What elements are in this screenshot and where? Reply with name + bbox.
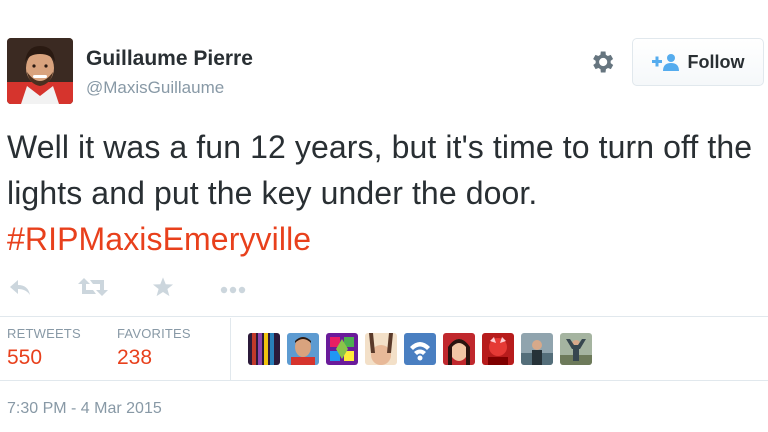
follow-button[interactable]: Follow [632,38,764,86]
favorite-star-icon[interactable] [152,276,174,303]
add-user-icon [651,53,680,71]
tweet-card: Guillaume Pierre @MaxisGuillaume Follow … [0,0,768,432]
favoriter-avatar[interactable] [326,333,358,365]
favoriter-avatar[interactable] [404,333,436,365]
favoriter-avatar[interactable] [443,333,475,365]
favoriter-avatar[interactable] [365,333,397,365]
timestamp[interactable]: 7:30 PM - 4 Mar 2015 [7,400,162,418]
favoriter-avatar[interactable] [287,333,319,365]
avatar[interactable] [7,38,73,104]
more-dots-icon[interactable] [220,282,246,300]
retweet-icon[interactable] [78,276,108,303]
favoriter-avatar[interactable] [560,333,592,365]
favoriter-avatar[interactable] [248,333,280,365]
hashtag-link[interactable]: #RIPMaxisEmeryville [7,221,311,257]
retweets-count[interactable]: 550 [7,346,42,370]
stats-bottom-divider [0,380,768,381]
user-name[interactable]: Guillaume Pierre [86,47,253,71]
stats-top-divider [0,316,768,317]
favorites-label: FAVORITES [117,326,191,341]
retweets-label: RETWEETS [7,326,81,341]
favorites-count[interactable]: 238 [117,346,152,370]
stats-separator [230,318,231,380]
favoriter-avatar[interactable] [482,333,514,365]
gear-icon[interactable] [588,48,616,76]
favoriter-avatar[interactable] [521,333,553,365]
follow-label: Follow [687,51,745,72]
reply-icon[interactable] [8,276,32,303]
tweet-text: Well it was a fun 12 years, but it's tim… [7,124,759,262]
tweet-body: Well it was a fun 12 years, but it's tim… [7,129,753,211]
user-handle[interactable]: @MaxisGuillaume [86,78,224,98]
